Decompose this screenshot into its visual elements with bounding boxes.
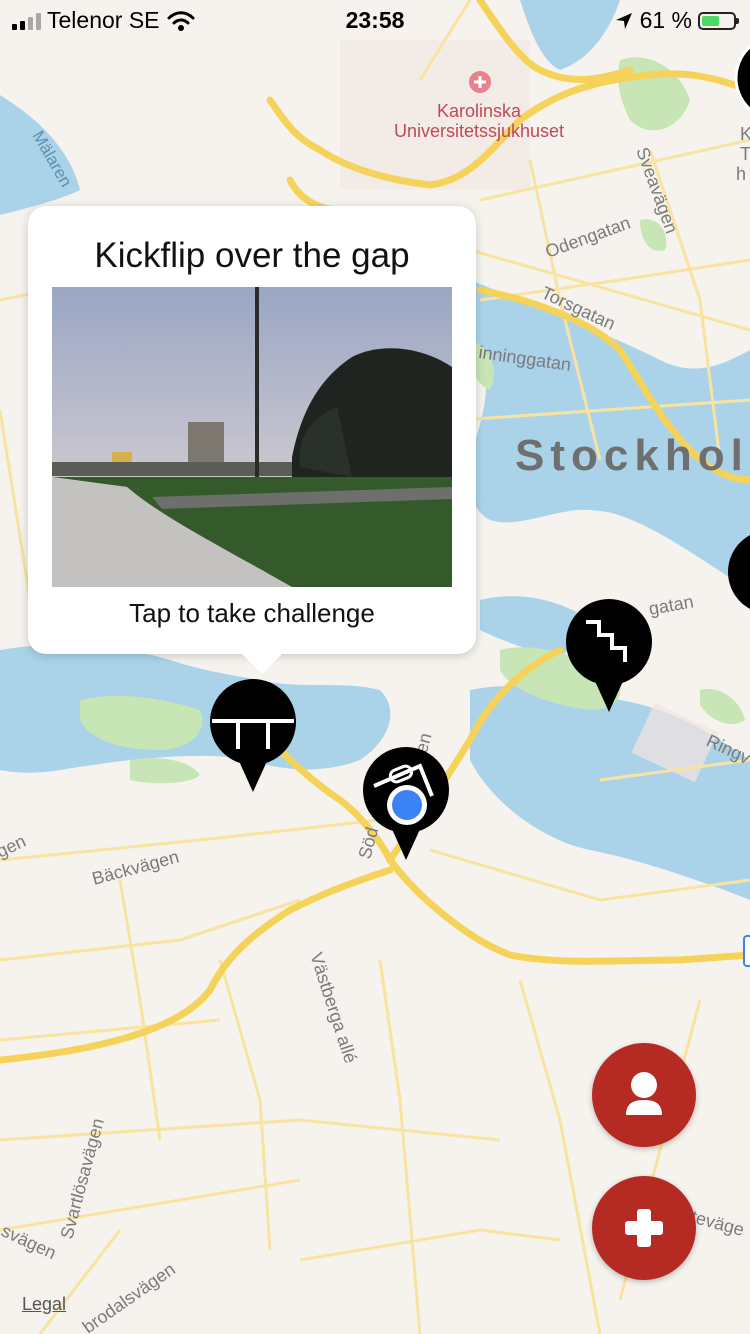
legal-link[interactable]: Legal: [22, 1294, 66, 1315]
plus-icon: [625, 1209, 663, 1247]
location-arrow-icon: [615, 12, 632, 29]
battery-percent: 61 %: [639, 7, 692, 33]
challenge-title: Kickflip over the gap: [94, 236, 410, 275]
compass-edge: [743, 935, 750, 967]
add-challenge-button[interactable]: [592, 1176, 696, 1280]
map-label-edge-t: T: [740, 144, 750, 164]
battery-icon: [698, 11, 739, 30]
profile-button[interactable]: [592, 1043, 696, 1147]
challenge-photo[interactable]: [52, 287, 452, 587]
status-right: 61 %: [614, 7, 739, 34]
status-bar: Telenor SE 23:58 61 %: [0, 0, 750, 40]
map-label-edge-k: K: [740, 124, 750, 144]
challenge-subtitle[interactable]: Tap to take challenge: [28, 598, 476, 629]
user-location: [387, 785, 427, 825]
map-label-edge-h: h: [736, 164, 746, 184]
challenge-popup[interactable]: Kickflip over the gap Tap to take challe…: [28, 206, 476, 674]
map-label-city: Stockhol: [515, 431, 749, 480]
map-label-hospital-2: Universitetssjukhuset: [394, 121, 564, 141]
map-label-hospital-1: Karolinska: [437, 101, 522, 121]
person-icon: [626, 1072, 662, 1115]
